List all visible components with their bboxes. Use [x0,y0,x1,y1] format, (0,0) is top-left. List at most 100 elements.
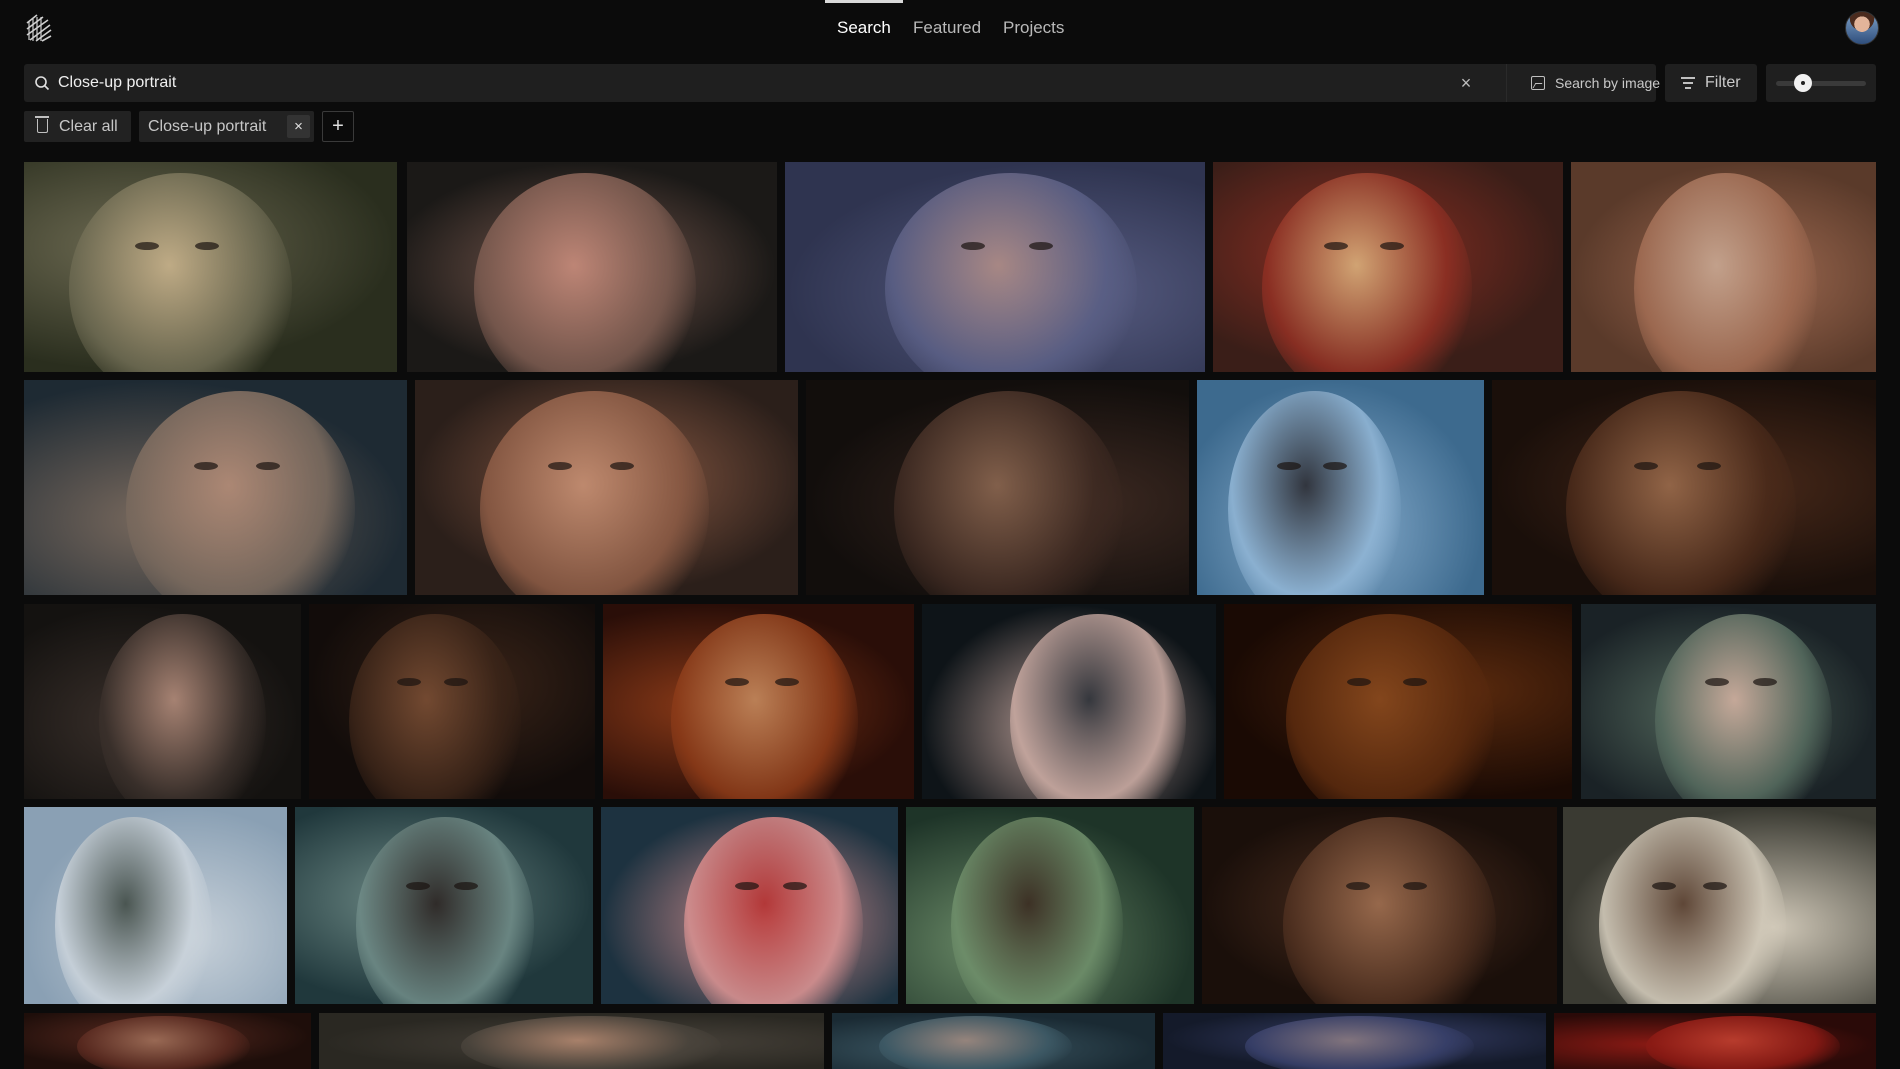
result-thumbnail-freckled-woman-eyes[interactable] [415,380,798,595]
thumbnail-subject [1262,172,1472,372]
eye-shape [1752,678,1777,687]
clear-all-button[interactable]: Clear all [24,111,131,142]
eye-shape [1703,881,1728,890]
result-thumbnail-freckled-woman-gold[interactable] [1492,380,1876,595]
thumbnail-subject [99,613,266,799]
top-bar: Search Featured Projects [0,0,1900,56]
search-by-image-label: Search by image [1555,75,1661,91]
thumbnail-subject [54,816,213,1004]
result-thumbnail-cowboy-hat-figure[interactable] [906,807,1194,1004]
result-thumbnail-asian-man-lowkey[interactable] [806,380,1189,595]
filter-icon [1681,77,1695,89]
zoom-slider [1766,64,1876,102]
result-thumbnail-woman-applying-lipstick[interactable] [601,807,898,1004]
main-nav: Search Featured Projects [0,0,1900,56]
thumbnail-subject [1598,816,1787,1004]
result-thumbnail-blonde-woman-closeup[interactable] [24,162,397,372]
add-chip-button[interactable]: + [322,111,354,142]
thumbnail-subject [893,390,1124,595]
search-bar: × Search by image [24,64,1660,102]
thumbnail-subject [355,816,535,1004]
eye-shape [406,881,431,890]
result-thumbnail-young-man-orange[interactable] [603,604,914,799]
result-thumbnail-singer-microphone[interactable] [922,604,1216,799]
result-thumbnail-partial-portrait-4[interactable] [1163,1013,1546,1069]
thumbnail-subject [349,613,521,799]
eye-shape [1345,881,1370,890]
thumbnail-subject [1009,613,1187,799]
thumbnail-subject [950,816,1124,1004]
eye-shape [1029,241,1054,250]
filter-button[interactable]: Filter [1665,64,1757,102]
eye-shape [734,881,759,890]
eye-shape [1696,461,1721,470]
thumbnail-subject [1283,816,1496,1004]
eye-shape [1323,241,1348,250]
search-icon [35,76,50,91]
thumbnail-subject [885,172,1137,372]
remove-chip-button[interactable]: × [287,115,310,138]
eye-shape [1403,881,1428,890]
thumbnail-subject [1228,390,1401,595]
eye-shape [443,678,468,687]
clear-search-button[interactable]: × [1457,74,1475,92]
trash-icon [35,116,49,133]
thumbnail-subject [1634,172,1817,372]
eye-shape [194,461,219,470]
eye-shape [454,881,479,890]
user-avatar[interactable] [1845,11,1879,45]
result-thumbnail-curly-blonde-woman[interactable] [1213,162,1563,372]
thumbnail-subject [671,613,858,799]
result-thumbnail-young-man-kitchen[interactable] [1563,807,1876,1004]
thumbnail-subject [68,172,293,372]
result-thumbnail-person-looking-down-sky[interactable] [1197,380,1484,595]
tab-search[interactable]: Search [825,0,903,56]
eye-shape [256,461,281,470]
result-thumbnail-partial-portrait-1[interactable] [24,1013,311,1069]
result-thumbnail-orange-lit-eye[interactable] [1224,604,1572,799]
eye-shape [782,881,807,890]
thumbnail-subject [684,816,863,1004]
result-thumbnail-closed-eye-closeup[interactable] [24,604,301,799]
eye-shape [774,678,799,687]
zoom-handle[interactable] [1794,74,1812,92]
result-thumbnail-lips-closeup[interactable] [407,162,777,372]
eye-shape [1380,241,1405,250]
query-chip-label: Close-up portrait [148,118,267,135]
result-thumbnail-partial-portrait-2[interactable] [319,1013,824,1069]
eye-shape [724,678,749,687]
eye-shape [961,241,986,250]
eye-shape [548,461,573,470]
eye-shape [134,241,159,250]
result-thumbnail-woman-in-car[interactable] [1571,162,1876,372]
tab-featured[interactable]: Featured [913,0,981,56]
zoom-track[interactable] [1776,81,1866,86]
result-thumbnail-freckled-woman-down[interactable] [1202,807,1557,1004]
thumbnail-subject [878,1015,1073,1069]
search-input[interactable] [58,64,1458,102]
eye-shape [1346,678,1371,687]
result-thumbnail-older-woman-earrings[interactable] [309,604,595,799]
thumbnail-subject [1285,613,1495,799]
eye-shape [195,241,220,250]
search-by-image-button[interactable]: Search by image [1506,64,1681,102]
clear-all-label: Clear all [59,118,118,135]
result-thumbnail-woman-teal-backdrop[interactable] [295,807,593,1004]
eye-shape [610,461,635,470]
tab-projects[interactable]: Projects [1003,0,1064,56]
result-thumbnail-blurred-man-sunglasses[interactable] [785,162,1205,372]
thumbnail-subject [77,1015,250,1069]
thumbnail-subject [474,172,696,372]
result-thumbnail-city-skyline[interactable] [24,807,287,1004]
thumbnail-subject [1565,390,1797,595]
image-icon [1531,76,1545,90]
thumbnail-subject [1655,613,1832,799]
result-thumbnail-older-man-closeup[interactable] [24,380,407,595]
eye-shape [1652,881,1677,890]
result-thumbnail-asian-woman-portrait[interactable] [1581,604,1876,799]
thumbnail-subject [460,1015,721,1069]
thumbnail-subject [1244,1015,1475,1069]
result-thumbnail-partial-portrait-5[interactable] [1554,1013,1876,1069]
eye-shape [1634,461,1659,470]
result-thumbnail-partial-portrait-3[interactable] [832,1013,1155,1069]
